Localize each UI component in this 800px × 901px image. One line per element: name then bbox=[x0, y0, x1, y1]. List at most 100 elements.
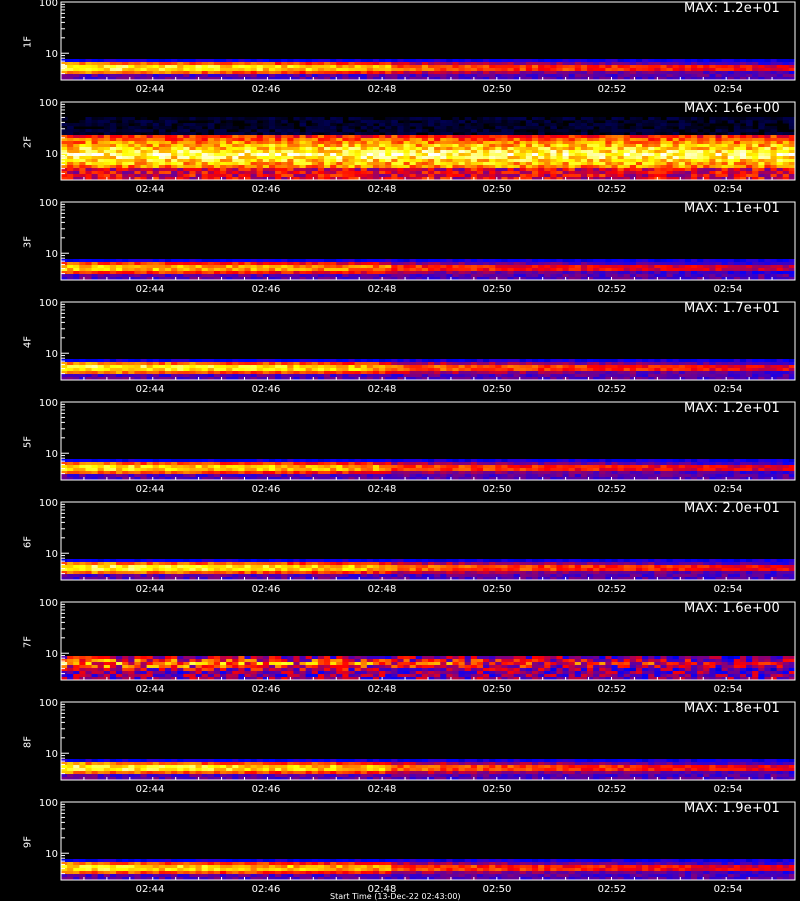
heatmap-cell bbox=[293, 156, 300, 160]
heatmap-cell bbox=[312, 268, 319, 272]
heatmap-cell bbox=[416, 359, 423, 363]
heatmap-cell bbox=[550, 265, 557, 269]
heatmap-cell bbox=[459, 162, 466, 166]
heatmap-cell bbox=[679, 68, 686, 72]
heatmap-cell bbox=[196, 368, 203, 372]
heatmap-cell bbox=[471, 120, 478, 124]
heatmap-cell bbox=[269, 141, 276, 145]
heatmap-cell bbox=[293, 371, 300, 375]
heatmap-cell bbox=[110, 138, 117, 142]
heatmap-cell bbox=[79, 371, 86, 375]
heatmap-cell bbox=[208, 71, 215, 75]
heatmap-cell bbox=[734, 68, 741, 72]
heatmap-cell bbox=[508, 174, 515, 178]
heatmap-cell bbox=[214, 162, 221, 166]
heatmap-cell bbox=[783, 171, 790, 175]
heatmap-cell bbox=[654, 362, 661, 366]
heatmap-cell bbox=[709, 120, 716, 124]
heatmap-cell bbox=[428, 153, 435, 157]
heatmap-cell bbox=[342, 68, 349, 72]
heatmap-cell bbox=[98, 174, 105, 178]
heatmap-cell bbox=[471, 150, 478, 154]
heatmap-cell bbox=[122, 68, 129, 72]
heatmap-cell bbox=[281, 71, 288, 75]
heatmap-cell bbox=[171, 141, 178, 145]
heatmap-cell bbox=[269, 274, 276, 278]
heatmap-cell bbox=[73, 262, 80, 266]
heatmap-cell bbox=[85, 144, 92, 148]
heatmap-cell bbox=[722, 359, 729, 363]
heatmap-cell bbox=[141, 268, 148, 272]
heatmap-cell bbox=[428, 68, 435, 72]
heatmap-cell bbox=[318, 262, 325, 266]
heatmap-cell bbox=[514, 274, 521, 278]
heatmap-cell bbox=[599, 117, 606, 121]
heatmap-cell bbox=[636, 271, 643, 275]
heatmap-cell bbox=[263, 365, 270, 369]
heatmap-cell bbox=[489, 74, 496, 78]
heatmap-cell bbox=[777, 132, 784, 136]
heatmap-cell bbox=[459, 65, 466, 69]
heatmap-cell bbox=[605, 68, 612, 72]
heatmap-cell bbox=[171, 68, 178, 72]
heatmap-cell bbox=[556, 365, 563, 369]
heatmap-cell bbox=[324, 162, 331, 166]
heatmap-cell bbox=[428, 141, 435, 145]
heatmap-cell bbox=[397, 65, 404, 69]
heatmap-cell bbox=[324, 271, 331, 275]
heatmap-cell bbox=[324, 68, 331, 72]
heatmap-cell bbox=[526, 259, 533, 263]
heatmap-cell bbox=[324, 374, 331, 378]
heatmap-cell bbox=[361, 259, 368, 263]
heatmap-cell bbox=[440, 365, 447, 369]
heatmap-cell bbox=[404, 144, 411, 148]
heatmap-cell bbox=[232, 135, 239, 139]
heatmap-cell bbox=[734, 74, 741, 78]
heatmap-cell bbox=[599, 374, 606, 378]
heatmap-cell bbox=[79, 368, 86, 372]
heatmap-cell bbox=[257, 368, 264, 372]
heatmap-cell bbox=[459, 156, 466, 160]
heatmap-cell bbox=[404, 65, 411, 69]
heatmap-cell bbox=[556, 129, 563, 133]
heatmap-cell bbox=[526, 262, 533, 266]
heatmap-cell bbox=[232, 174, 239, 178]
heatmap-cell bbox=[379, 129, 386, 133]
heatmap-cell bbox=[153, 159, 160, 163]
heatmap-cell bbox=[667, 135, 674, 139]
heatmap-cell bbox=[404, 147, 411, 151]
heatmap-cell bbox=[110, 368, 117, 372]
heatmap-cell bbox=[183, 168, 190, 172]
heatmap-cell bbox=[526, 265, 533, 269]
heatmap-cell bbox=[410, 123, 417, 127]
heatmap-cell bbox=[483, 156, 490, 160]
heatmap-cell bbox=[624, 135, 631, 139]
heatmap-cell bbox=[624, 174, 631, 178]
heatmap-cell bbox=[587, 171, 594, 175]
heatmap-cell bbox=[489, 171, 496, 175]
heatmap-cell bbox=[440, 65, 447, 69]
heatmap-cell bbox=[618, 135, 625, 139]
heatmap-cell bbox=[67, 141, 74, 145]
heatmap-cell bbox=[514, 132, 521, 136]
heatmap-cell bbox=[489, 138, 496, 142]
heatmap-cell bbox=[489, 274, 496, 278]
heatmap-cell bbox=[587, 268, 594, 272]
heatmap-cell bbox=[110, 262, 117, 266]
heatmap-cell bbox=[92, 174, 99, 178]
heatmap-cell bbox=[312, 159, 319, 163]
heatmap-cell bbox=[348, 168, 355, 172]
heatmap-cell bbox=[342, 159, 349, 163]
heatmap-cell bbox=[538, 156, 545, 160]
heatmap-cell bbox=[330, 135, 337, 139]
heatmap-cell bbox=[697, 368, 704, 372]
heatmap-cell bbox=[563, 59, 570, 63]
heatmap-cell bbox=[275, 117, 282, 121]
heatmap-cell bbox=[306, 59, 313, 63]
heatmap-cell bbox=[532, 368, 539, 372]
heatmap-cell bbox=[92, 150, 99, 154]
heatmap-cell bbox=[575, 138, 582, 142]
heatmap-cell bbox=[465, 144, 472, 148]
heatmap-cell bbox=[98, 120, 105, 124]
heatmap-cell bbox=[379, 65, 386, 69]
